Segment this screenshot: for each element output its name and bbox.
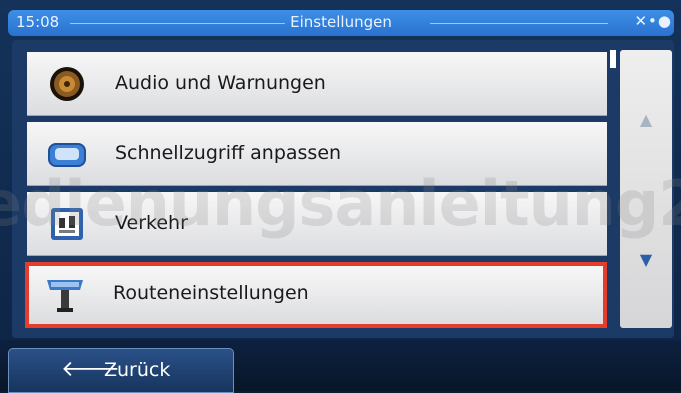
scroll-up-button[interactable]: ▲ [620, 90, 672, 150]
scroll-down-button[interactable]: ▼ [620, 230, 672, 290]
scroll-down-icon: ▼ [639, 250, 653, 269]
back-button[interactable]: 🡐 Zurück [8, 348, 234, 393]
speaker-icon [50, 67, 84, 101]
status-icons: ✕•● [634, 12, 672, 30]
scroll-up-icon: ▲ [639, 110, 653, 129]
scroll-thumb[interactable] [610, 50, 616, 68]
page-title: Einstellungen [290, 13, 392, 31]
title-divider-right [430, 23, 608, 24]
menu-item-audio[interactable]: Audio und Warnungen [27, 52, 607, 116]
menu-item-label: Schnellzugriff anpassen [115, 142, 342, 164]
traffic-icon [51, 208, 83, 240]
shortcut-icon [48, 143, 86, 167]
menu-item-label: Verkehr [115, 212, 188, 234]
menu-item-label: Routeneinstellungen [113, 282, 309, 304]
menu-item-shortcuts[interactable]: Schnellzugriff anpassen [27, 122, 607, 186]
back-button-label: Zurück [104, 359, 171, 381]
route-settings-icon [47, 280, 83, 312]
menu-item-traffic[interactable]: Verkehr [27, 192, 607, 256]
scroll-controls: ▲ ▼ [620, 50, 672, 328]
navigation-screen: 15:08 Einstellungen ✕•● Audio und Warnun… [0, 0, 681, 393]
menu-item-route-settings[interactable]: Routeneinstellungen [25, 262, 607, 328]
status-bar: 15:08 Einstellungen ✕•● [8, 10, 674, 36]
menu-item-label: Audio und Warnungen [115, 72, 326, 94]
